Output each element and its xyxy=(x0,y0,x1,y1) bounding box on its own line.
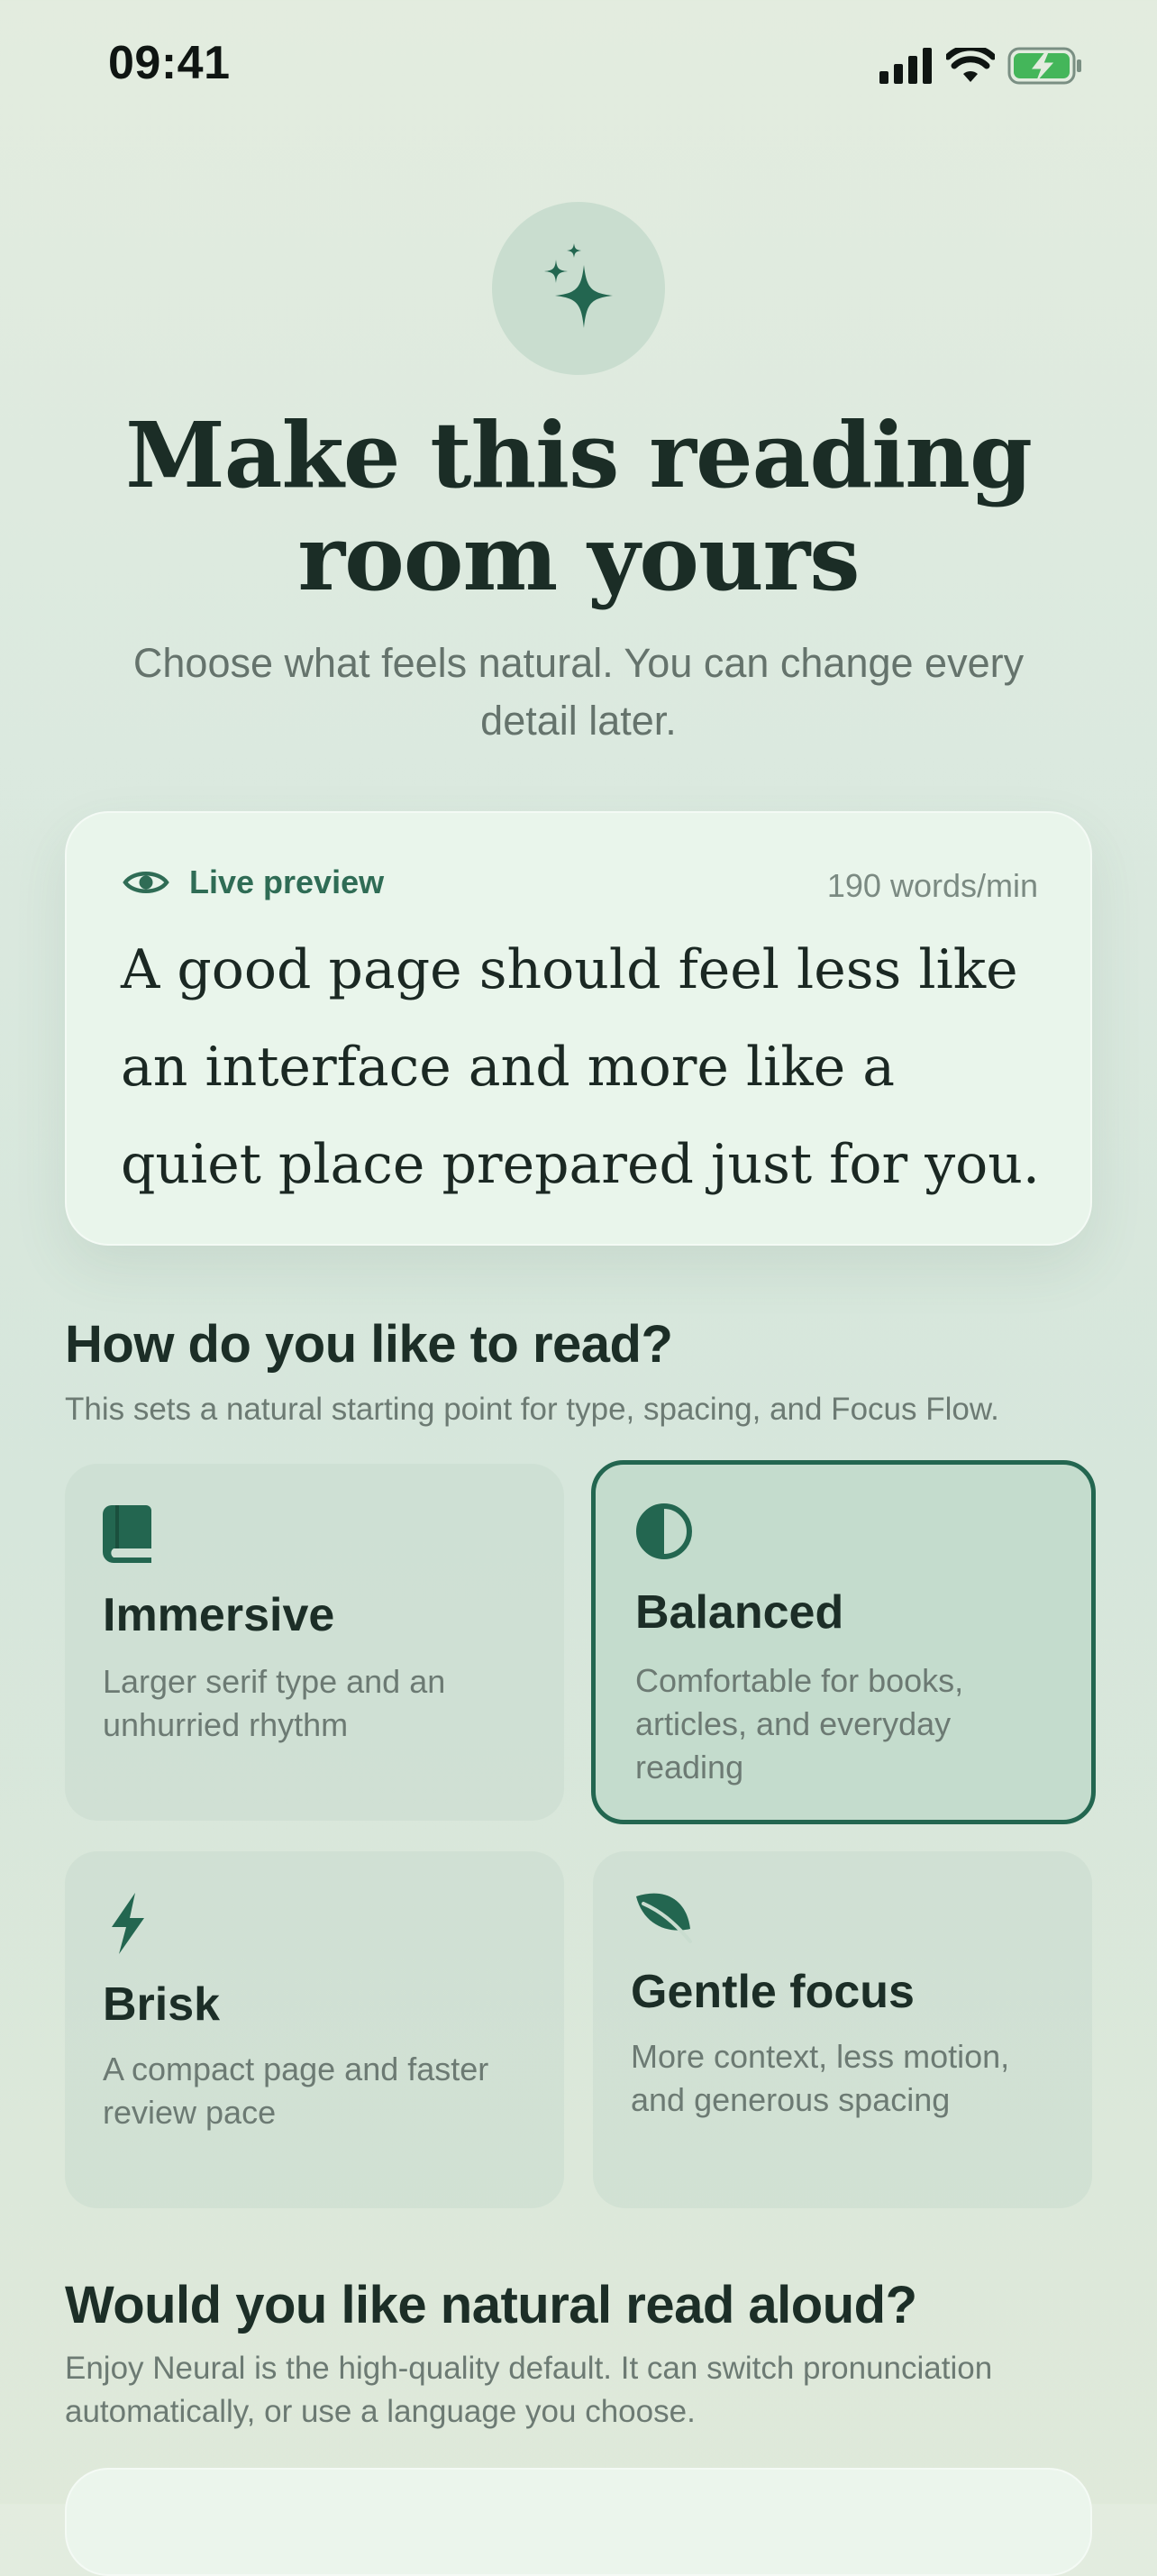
option-title: Gentle focus xyxy=(631,1966,915,2018)
reading-style-heading: How do you like to read? xyxy=(65,1315,673,1374)
read-aloud-card[interactable] xyxy=(65,2468,1092,2576)
reading-speed: 190 words/min xyxy=(826,867,1038,904)
preview-sample-text: A good page should feel less like an int… xyxy=(121,938,1040,1196)
book-icon xyxy=(103,1505,151,1563)
cellular-signal-icon xyxy=(879,48,932,84)
option-title: Immersive xyxy=(103,1589,335,1641)
preview-header: Live preview xyxy=(123,863,384,901)
read-aloud-description: Enjoy Neural is the high-quality default… xyxy=(65,2351,993,2429)
option-description: A compact page and faster review pace xyxy=(103,2051,489,2131)
status-time: 09:41 xyxy=(108,37,231,89)
option-title: Balanced xyxy=(635,1586,844,1639)
page-subtitle: Choose what feels natural. You can chang… xyxy=(132,640,1025,744)
option-title: Brisk xyxy=(103,1978,221,2031)
sparkle-icon xyxy=(544,243,613,328)
option-balanced[interactable]: Balanced Comfortable for books, articles… xyxy=(591,1460,1096,1824)
wifi-icon xyxy=(946,48,995,82)
bolt-icon xyxy=(112,1893,144,1954)
option-description: More context, less motion, and generous … xyxy=(631,2038,1010,2118)
reading-style-description: This sets a natural starting point for t… xyxy=(65,1392,999,1427)
live-preview-card: Live preview 190 words/min A good page s… xyxy=(65,811,1092,1246)
option-description: Larger serif type and an unhurried rhyth… xyxy=(103,1663,446,1743)
option-brisk[interactable]: Brisk A compact page and faster review p… xyxy=(65,1851,564,2208)
preview-label: Live preview xyxy=(189,863,385,900)
hero-icon-badge xyxy=(492,202,665,375)
half-circle-icon xyxy=(636,1503,692,1559)
leaf-icon xyxy=(636,1893,692,1943)
option-gentle-focus[interactable]: Gentle focus More context, less motion, … xyxy=(593,1851,1092,2208)
option-description: Comfortable for books, articles, and eve… xyxy=(635,1662,964,1786)
option-immersive[interactable]: Immersive Larger serif type and an unhur… xyxy=(65,1464,564,1821)
battery-charging-icon xyxy=(1007,47,1081,85)
page-title: Make this reading room yours xyxy=(125,402,1033,611)
read-aloud-heading: Would you like natural read aloud? xyxy=(65,2276,917,2334)
status-icons xyxy=(879,43,1083,88)
eye-icon xyxy=(123,872,169,893)
